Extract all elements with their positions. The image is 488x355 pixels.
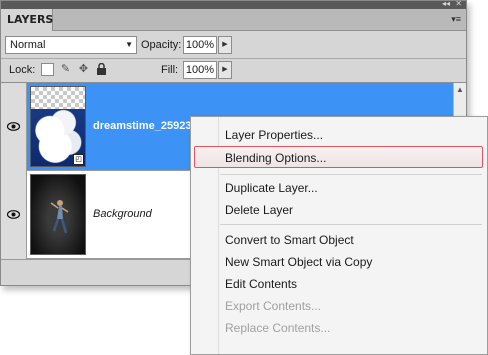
lock-paint-brush-icon[interactable]: ✎ <box>59 63 72 76</box>
divider <box>1 58 466 59</box>
fill-label: Fill: <box>161 64 179 76</box>
lock-all-icon[interactable] <box>95 62 108 76</box>
smart-object-icon: ◰ <box>73 154 84 165</box>
collapse-icon[interactable]: ◂◂ <box>442 1 450 8</box>
panel-menu-icon[interactable]: ▾≡ <box>451 12 461 26</box>
menu-item-new-smart-object-via-copy[interactable]: New Smart Object via Copy <box>225 254 372 270</box>
panel-tab-bar: LAYERS ▾≡ <box>1 9 466 31</box>
visibility-toggle[interactable] <box>1 171 27 259</box>
menu-separator <box>220 174 482 175</box>
scroll-up-icon[interactable]: ▲ <box>456 85 464 94</box>
fill-input[interactable]: 100% <box>183 61 217 79</box>
menu-item-export-contents: Export Contents... <box>225 299 322 313</box>
menu-item-blending-options[interactable]: Blending Options... <box>225 150 326 166</box>
context-menu: Layer Properties... Blending Options... … <box>190 116 488 355</box>
panel-title-strip: ◂◂ ✕ <box>1 1 466 9</box>
transparency-checkerboard <box>31 87 85 109</box>
menu-item-layer-properties[interactable]: Layer Properties... <box>225 127 323 143</box>
blend-mode-select[interactable]: Normal ▼ <box>5 36 137 54</box>
opacity-slider-button[interactable]: ▶ <box>218 36 232 54</box>
layer-thumbnail[interactable] <box>30 174 86 255</box>
layer-thumbnail[interactable]: ◰ <box>30 86 86 167</box>
menu-item-replace-contents: Replace Contents... <box>225 321 331 335</box>
menu-item-delete-layer[interactable]: Delete Layer <box>225 202 293 218</box>
menu-separator <box>220 224 482 225</box>
eye-icon <box>6 120 21 134</box>
opacity-label: Opacity: <box>141 39 182 51</box>
lock-label: Lock: <box>9 64 36 76</box>
menu-item-duplicate-layer[interactable]: Duplicate Layer... <box>225 180 318 196</box>
opacity-input[interactable]: 100% <box>183 36 217 54</box>
lock-transparency-icon[interactable] <box>41 63 54 76</box>
fill-slider-button[interactable]: ▶ <box>218 61 232 79</box>
blend-mode-value: Normal <box>10 39 46 51</box>
layer-name[interactable]: Background <box>93 208 152 220</box>
menu-item-convert-smart-object[interactable]: Convert to Smart Object <box>225 232 354 248</box>
dancer-image <box>50 200 69 234</box>
close-icon[interactable]: ✕ <box>455 1 462 8</box>
layer-name[interactable]: dreamstime_25923 <box>93 120 191 132</box>
eye-icon <box>6 208 21 222</box>
lock-move-icon[interactable]: ✥ <box>77 63 90 76</box>
tab-layers[interactable]: LAYERS <box>1 9 53 31</box>
chevron-down-icon: ▼ <box>125 40 133 49</box>
visibility-toggle[interactable] <box>1 83 27 171</box>
menu-item-edit-contents[interactable]: Edit Contents <box>225 276 297 292</box>
